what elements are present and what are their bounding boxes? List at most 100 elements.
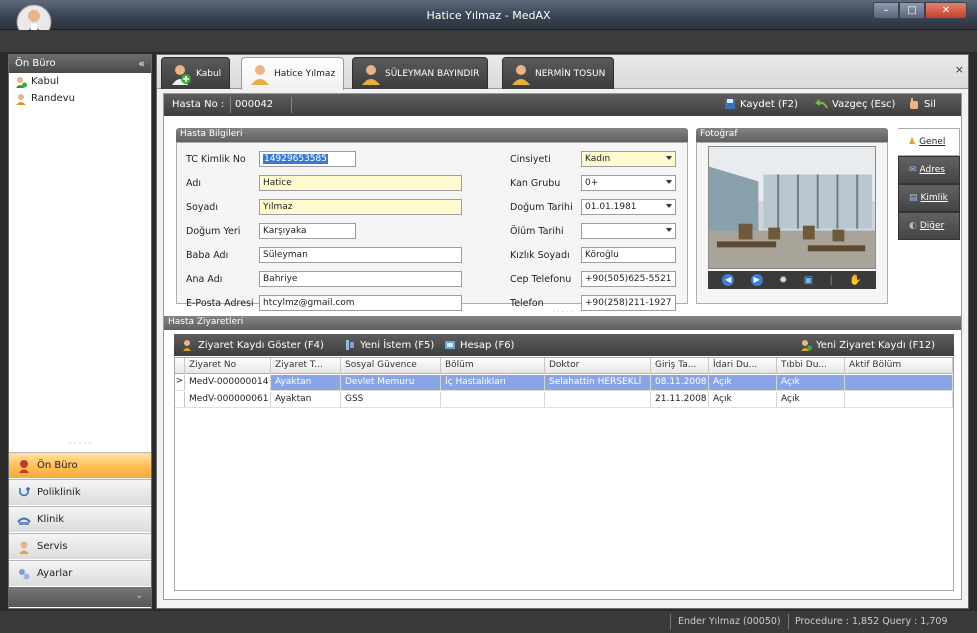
visits-grid-header: Ziyaret No Ziyaret T... Sosyal Güvence B… <box>175 358 953 374</box>
main-area: Kabul Hatice Yılmaz SÜLEYMAN BAYINDIR NE… <box>156 54 969 609</box>
side-tab-adres[interactable]: ✉ Adres <box>898 156 960 184</box>
save-button[interactable]: Kaydet (F2) <box>724 98 798 110</box>
table-cell: 08.11.2008 <box>651 375 709 391</box>
patient-icon <box>512 64 530 85</box>
camera-icon[interactable]: ✹ <box>779 275 787 286</box>
dogum-tarihi-value: 01.01.1981 <box>585 202 637 212</box>
tab-label: SÜLEYMAN BAYINDIR <box>385 68 480 79</box>
image-icon[interactable]: ▣ <box>804 275 813 286</box>
soyadi-label: Soyadı <box>186 202 218 213</box>
cep-telefonu-field[interactable]: +90(505)625-5521 <box>581 271 676 287</box>
email-field[interactable]: htcylmz@gmail.com <box>259 295 462 311</box>
tab-suleyman-bayindir[interactable]: SÜLEYMAN BAYINDIR <box>352 57 489 89</box>
kan-grubu-value: 0+ <box>585 178 599 188</box>
baba-adi-label: Baba Adı <box>186 250 229 261</box>
patient-photo <box>708 146 876 269</box>
table-cell: Ayaktan <box>271 392 341 408</box>
adi-field[interactable]: Hatice <box>259 175 462 191</box>
nav-more-button[interactable]: ⌄ <box>9 587 151 607</box>
col-ziyaret-no[interactable]: Ziyaret No <box>185 358 271 374</box>
col-tibbi-durum[interactable]: Tıbbi Du... <box>777 358 845 374</box>
cinsiyet-value: Kadın <box>585 154 611 164</box>
patient-info-title: Hasta Bilgileri <box>176 128 688 142</box>
kizlik-soyadi-field[interactable]: Köroğlu <box>581 247 676 263</box>
telefon-field[interactable]: +90(258)211-1927 <box>581 295 676 311</box>
minimize-button[interactable]: – <box>873 2 899 19</box>
row-indicator-header <box>175 358 185 374</box>
previous-arrow-icon[interactable]: ◀ <box>722 274 735 286</box>
ana-adi-label: Ana Adı <box>186 274 223 285</box>
show-visit-button[interactable]: Ziyaret Kaydı Göster (F4) <box>182 339 324 351</box>
sidebar-collapse-button[interactable]: « <box>138 57 145 70</box>
kan-grubu-select[interactable]: 0+ <box>581 175 676 191</box>
menu-strip <box>0 30 977 52</box>
close-tab-icon[interactable]: × <box>955 63 964 76</box>
hasta-no-label: Hasta No : <box>172 99 225 110</box>
sidebar: Ön Büro « Kabul Randevu · · · · · Ön Bür… <box>8 54 152 609</box>
nav-servis[interactable]: Servis <box>9 533 151 559</box>
nav-poliklinik[interactable]: Poliklinik <box>9 479 151 505</box>
sidebar-item-kabul[interactable]: Kabul <box>9 73 151 90</box>
new-visit-button[interactable]: Yeni Ziyaret Kaydı (F12) <box>800 339 935 351</box>
delete-button[interactable]: Sil <box>908 98 936 110</box>
status-divider <box>788 614 789 630</box>
tab-kabul[interactable]: Kabul <box>161 57 231 89</box>
new-visit-icon <box>801 340 812 351</box>
table-row[interactable]: MedV-000000061 Ayaktan GSS 21.11.2008 Aç… <box>175 392 953 408</box>
table-cell: İç Hastalıkları <box>441 375 545 391</box>
soyadi-field[interactable]: Yılmaz <box>259 199 462 215</box>
tc-field[interactable]: 14929653585 <box>259 151 356 167</box>
table-row[interactable]: > MedV-000000014 Ayaktan Devlet Memuru İ… <box>175 375 953 391</box>
patient-icon <box>251 65 269 85</box>
side-tab-kimlik[interactable]: ▤ Kimlik <box>898 184 960 212</box>
new-request-button[interactable]: Yeni İstem (F5) <box>344 339 434 351</box>
kizlik-soyadi-label: Kızlık Soyadı <box>510 250 570 261</box>
account-button[interactable]: Hesap (F6) <box>444 339 514 351</box>
tab-hatice-yilmaz[interactable]: Hatice Yılmaz <box>241 57 345 90</box>
show-visit-label: Ziyaret Kaydı Göster (F4) <box>198 339 324 351</box>
nav-splitter[interactable]: · · · · · <box>9 439 151 449</box>
maximize-button[interactable]: □ <box>899 2 925 19</box>
next-arrow-icon[interactable]: ▶ <box>750 274 763 286</box>
sidebar-item-randevu[interactable]: Randevu <box>9 90 151 107</box>
tab-nermin-tosun[interactable]: NERMİN TOSUN <box>502 57 615 89</box>
front-desk-icon <box>19 459 29 473</box>
dogum-yeri-field[interactable]: Karşıyaka <box>259 223 356 239</box>
baba-adi-field[interactable]: Süleyman <box>259 247 462 263</box>
visits-toolbar: Ziyaret Kaydı Göster (F4) Yeni İstem (F5… <box>174 334 954 356</box>
col-bolum[interactable]: Bölüm <box>441 358 545 374</box>
side-tab-genel[interactable]: ♟ Genel <box>898 128 960 156</box>
misc-icon: ◐ <box>909 221 917 231</box>
dogum-tarihi-picker[interactable]: 01.01.1981 <box>581 199 676 215</box>
col-doktor[interactable]: Doktor <box>545 358 651 374</box>
user-add-icon <box>172 64 191 85</box>
side-tab-diger[interactable]: ◐ Diğer <box>898 212 960 240</box>
delete-label: Sil <box>924 98 936 110</box>
person-search-icon <box>183 340 191 351</box>
nav-klinik[interactable]: Klinik <box>9 506 151 532</box>
hand-icon[interactable]: ✋ <box>849 275 861 286</box>
visits-grid: Ziyaret No Ziyaret T... Sosyal Güvence B… <box>174 357 954 591</box>
user-add-icon <box>16 76 27 88</box>
nav-label: Poliklinik <box>37 487 81 498</box>
cancel-button[interactable]: Vazgeç (Esc) <box>814 98 895 110</box>
settings-icon <box>19 568 30 579</box>
cinsiyet-select[interactable]: Kadın <box>581 151 676 167</box>
adi-label: Adı <box>186 178 202 189</box>
col-ziyaret-tipi[interactable]: Ziyaret T... <box>271 358 341 374</box>
nav-on-buro[interactable]: Ön Büro <box>9 452 151 478</box>
close-button[interactable]: ✕ <box>925 2 967 19</box>
nav-ayarlar[interactable]: Ayarlar <box>9 560 151 586</box>
col-idari-durum[interactable]: İdari Du... <box>709 358 777 374</box>
ana-adi-field[interactable]: Bahriye <box>259 271 462 287</box>
service-icon <box>19 541 29 554</box>
side-tab-label: Adres <box>919 165 945 175</box>
table-cell <box>845 375 953 391</box>
nav-label: Klinik <box>37 514 65 525</box>
col-giris-tarihi[interactable]: Giriş Ta... <box>651 358 709 374</box>
col-sosyal-guvence[interactable]: Sosyal Güvence <box>341 358 441 374</box>
olum-tarihi-picker[interactable] <box>581 223 676 239</box>
account-label: Hesap (F6) <box>460 339 515 351</box>
col-aktif-bolum[interactable]: Aktif Bölüm <box>845 358 953 374</box>
person-icon: ♟ <box>908 137 917 147</box>
